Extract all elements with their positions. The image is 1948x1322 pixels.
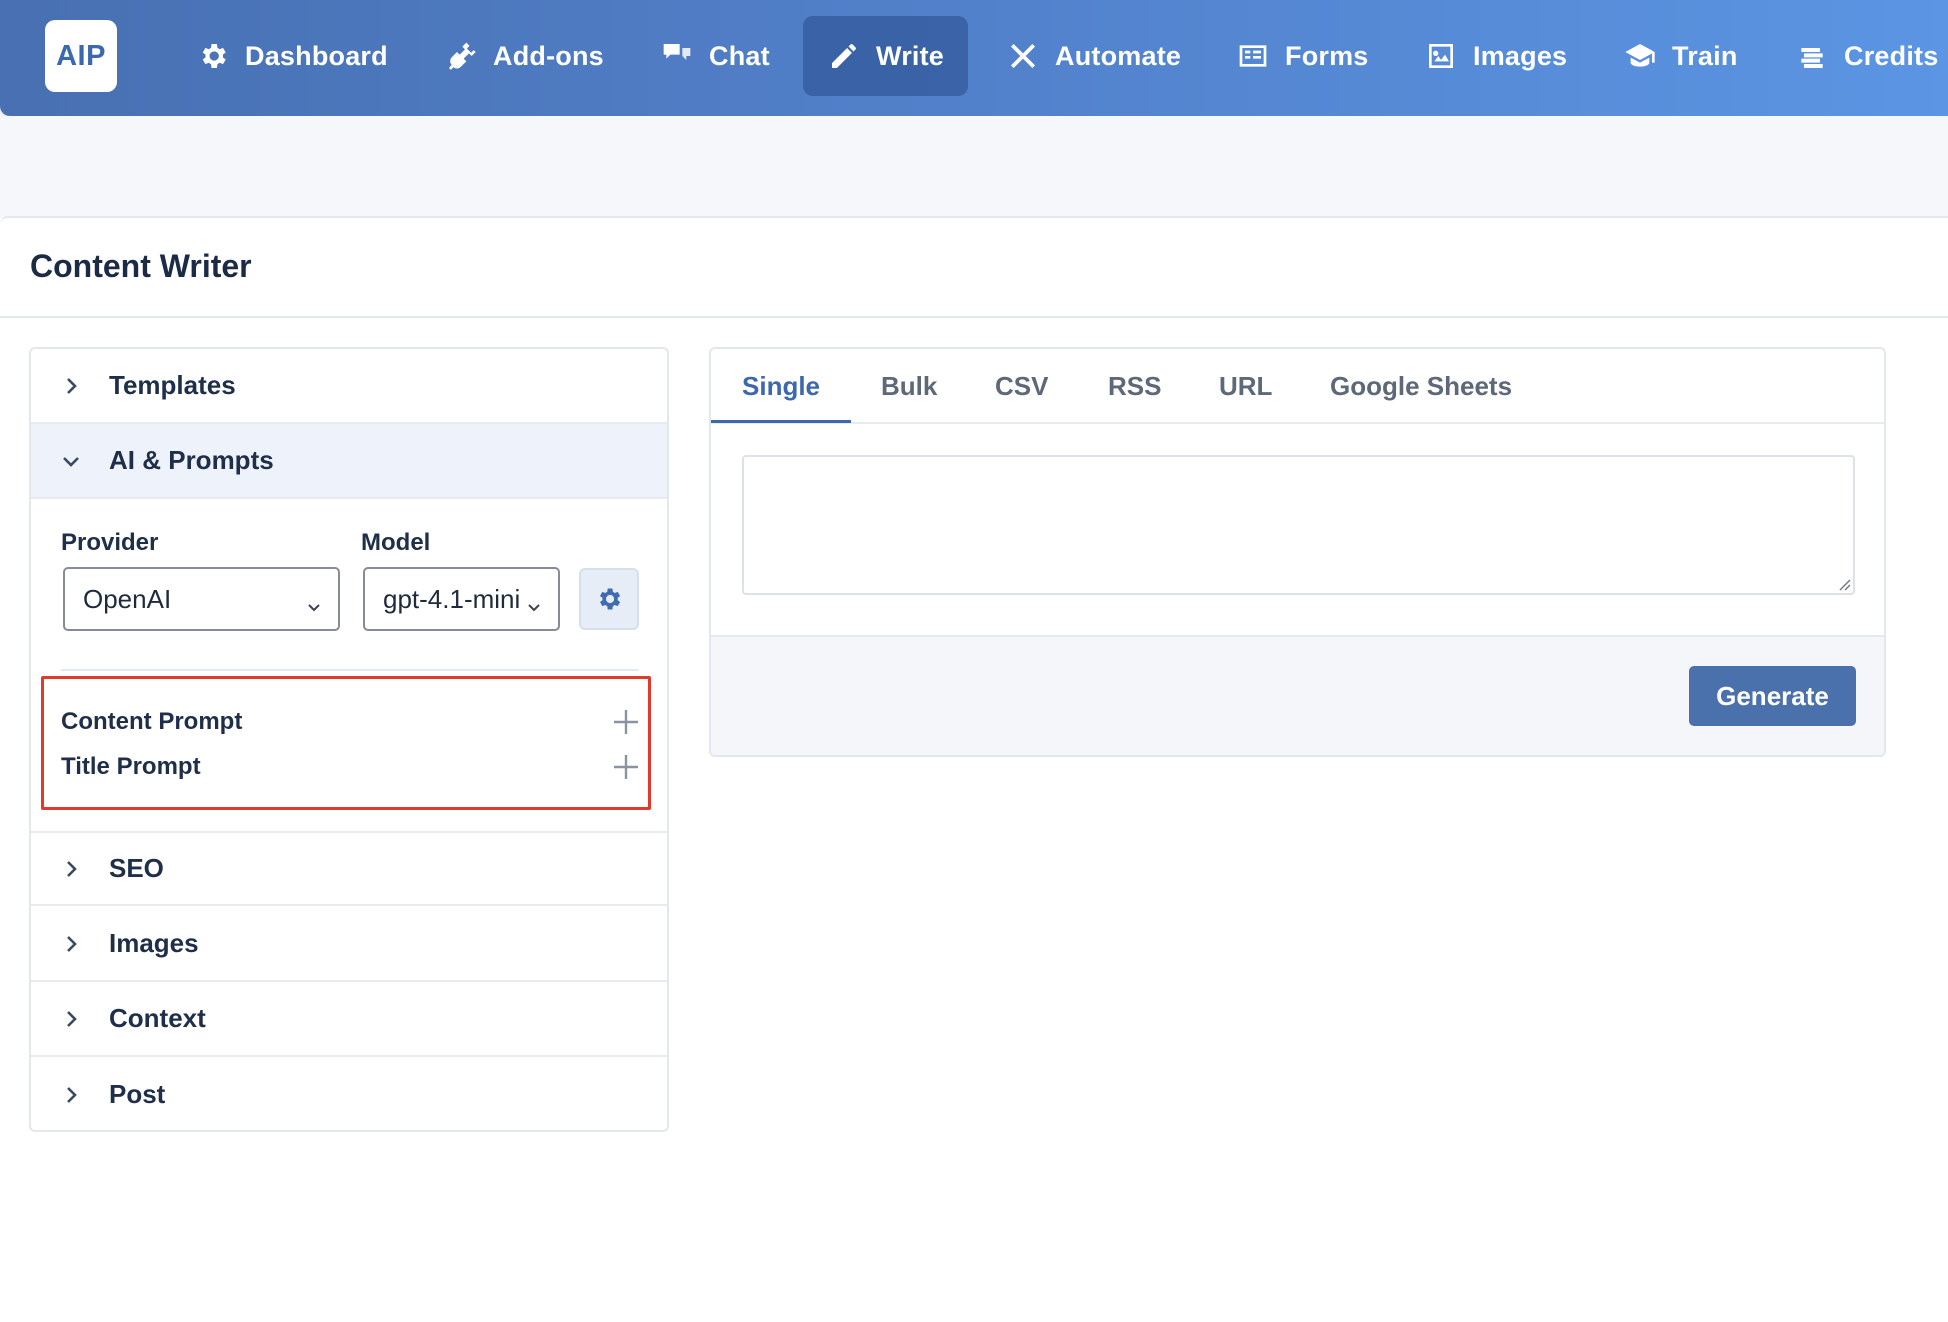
app-window: AIP Dashboard Add-ons Chat Write Automat… — [0, 0, 1948, 1322]
nav-item-train[interactable]: Train — [1623, 16, 1738, 96]
nav-item-dashboard[interactable]: Dashboard — [196, 16, 388, 96]
tab-rss[interactable]: RSS — [1108, 349, 1161, 424]
divider — [61, 669, 639, 671]
chevron-right-icon — [61, 934, 81, 954]
chat-bubbles-icon — [660, 39, 694, 73]
chevron-right-icon — [61, 1085, 81, 1105]
accordion-templates[interactable]: Templates — [31, 349, 667, 424]
nav-label: Chat — [709, 40, 770, 71]
content-prompt-row[interactable]: Content Prompt — [61, 702, 641, 742]
graduation-cap-icon — [1623, 39, 1657, 73]
model-settings-button[interactable] — [579, 568, 639, 630]
top-navigation: AIP Dashboard Add-ons Chat Write Automat… — [0, 0, 1948, 116]
panel-footer: Generate — [711, 635, 1884, 755]
nav-label: Credits — [1844, 40, 1939, 71]
provider-select[interactable]: OpenAI — [63, 567, 340, 631]
title-prompt-row[interactable]: Title Prompt — [61, 747, 641, 787]
model-select[interactable]: gpt-4.1-mini — [363, 567, 560, 631]
nav-label: Add-ons — [493, 40, 604, 71]
accordion-ai-prompts[interactable]: AI & Prompts — [31, 424, 667, 499]
accordion-label: Context — [109, 1003, 206, 1033]
nav-label: Dashboard — [245, 40, 388, 71]
generate-button[interactable]: Generate — [1689, 666, 1856, 726]
nav-item-add-ons[interactable]: Add-ons — [444, 16, 604, 96]
nav-item-write[interactable]: Write — [803, 16, 969, 96]
content-prompt-label: Content Prompt — [61, 708, 243, 735]
chevron-right-icon — [61, 1009, 81, 1029]
chevron-down-icon — [526, 591, 542, 612]
model-label: Model — [361, 529, 431, 556]
mode-tabs: Single Bulk CSV RSS URL Google Sheets — [711, 349, 1884, 424]
tab-csv[interactable]: CSV — [995, 349, 1048, 424]
plus-icon[interactable] — [611, 752, 641, 782]
active-tab-indicator — [711, 420, 851, 423]
tab-single[interactable]: Single — [742, 349, 820, 424]
chevron-down-icon — [61, 451, 81, 471]
nav-item-forms[interactable]: Forms — [1236, 16, 1369, 96]
plug-icon — [444, 39, 478, 73]
tab-url[interactable]: URL — [1219, 349, 1272, 424]
chevron-down-icon — [306, 591, 322, 612]
subheader-band — [0, 116, 1948, 218]
nav-label: Write — [876, 40, 945, 71]
accordion-label: AI & Prompts — [109, 445, 274, 475]
accordion-seo[interactable]: SEO — [31, 831, 667, 906]
app-logo[interactable]: AIP — [45, 20, 117, 92]
nav-item-automate[interactable]: Automate — [1006, 16, 1181, 96]
tab-bulk[interactable]: Bulk — [881, 349, 937, 424]
nav-item-chat[interactable]: Chat — [660, 16, 770, 96]
chevron-right-icon — [61, 376, 81, 396]
plus-icon[interactable] — [611, 707, 641, 737]
settings-accordion: Templates AI & Prompts Provider Model Op… — [29, 347, 669, 1132]
tab-google-sheets[interactable]: Google Sheets — [1330, 349, 1512, 424]
accordion-label: Post — [109, 1079, 166, 1109]
divider — [0, 316, 1948, 318]
nav-label: Train — [1672, 40, 1738, 71]
provider-value: OpenAI — [83, 583, 172, 614]
nav-item-images[interactable]: Images — [1424, 16, 1567, 96]
nav-item-credits[interactable]: Credits — [1795, 16, 1938, 96]
coins-icon — [1795, 39, 1829, 73]
nav-label: Forms — [1285, 40, 1369, 71]
nav-label: Images — [1473, 40, 1568, 71]
accordion-context[interactable]: Context — [31, 982, 667, 1057]
topic-input[interactable] — [742, 455, 1855, 595]
resize-handle-icon[interactable] — [1835, 575, 1851, 591]
accordion-post[interactable]: Post — [31, 1057, 667, 1130]
form-icon — [1236, 39, 1270, 73]
image-icon — [1424, 39, 1458, 73]
pencil-icon — [827, 39, 861, 73]
accordion-label: SEO — [109, 853, 164, 883]
nav-label: Automate — [1055, 40, 1182, 71]
tools-icon — [1006, 39, 1040, 73]
accordion-label: Images — [109, 928, 199, 958]
gear-icon — [600, 588, 621, 610]
title-prompt-label: Title Prompt — [61, 753, 201, 780]
model-value: gpt-4.1-mini — [383, 583, 521, 614]
content-writer-page: Content Writer Templates AI & Prompts Pr… — [0, 216, 1948, 1322]
provider-label: Provider — [61, 529, 159, 556]
chevron-right-icon — [61, 859, 81, 879]
writer-panel: Single Bulk CSV RSS URL Google Sheets Ge… — [709, 347, 1886, 757]
page-title: Content Writer — [30, 248, 252, 284]
gear-icon — [196, 39, 230, 73]
highlight-box — [41, 676, 651, 810]
accordion-label: Templates — [109, 370, 236, 400]
accordion-images[interactable]: Images — [31, 907, 667, 982]
